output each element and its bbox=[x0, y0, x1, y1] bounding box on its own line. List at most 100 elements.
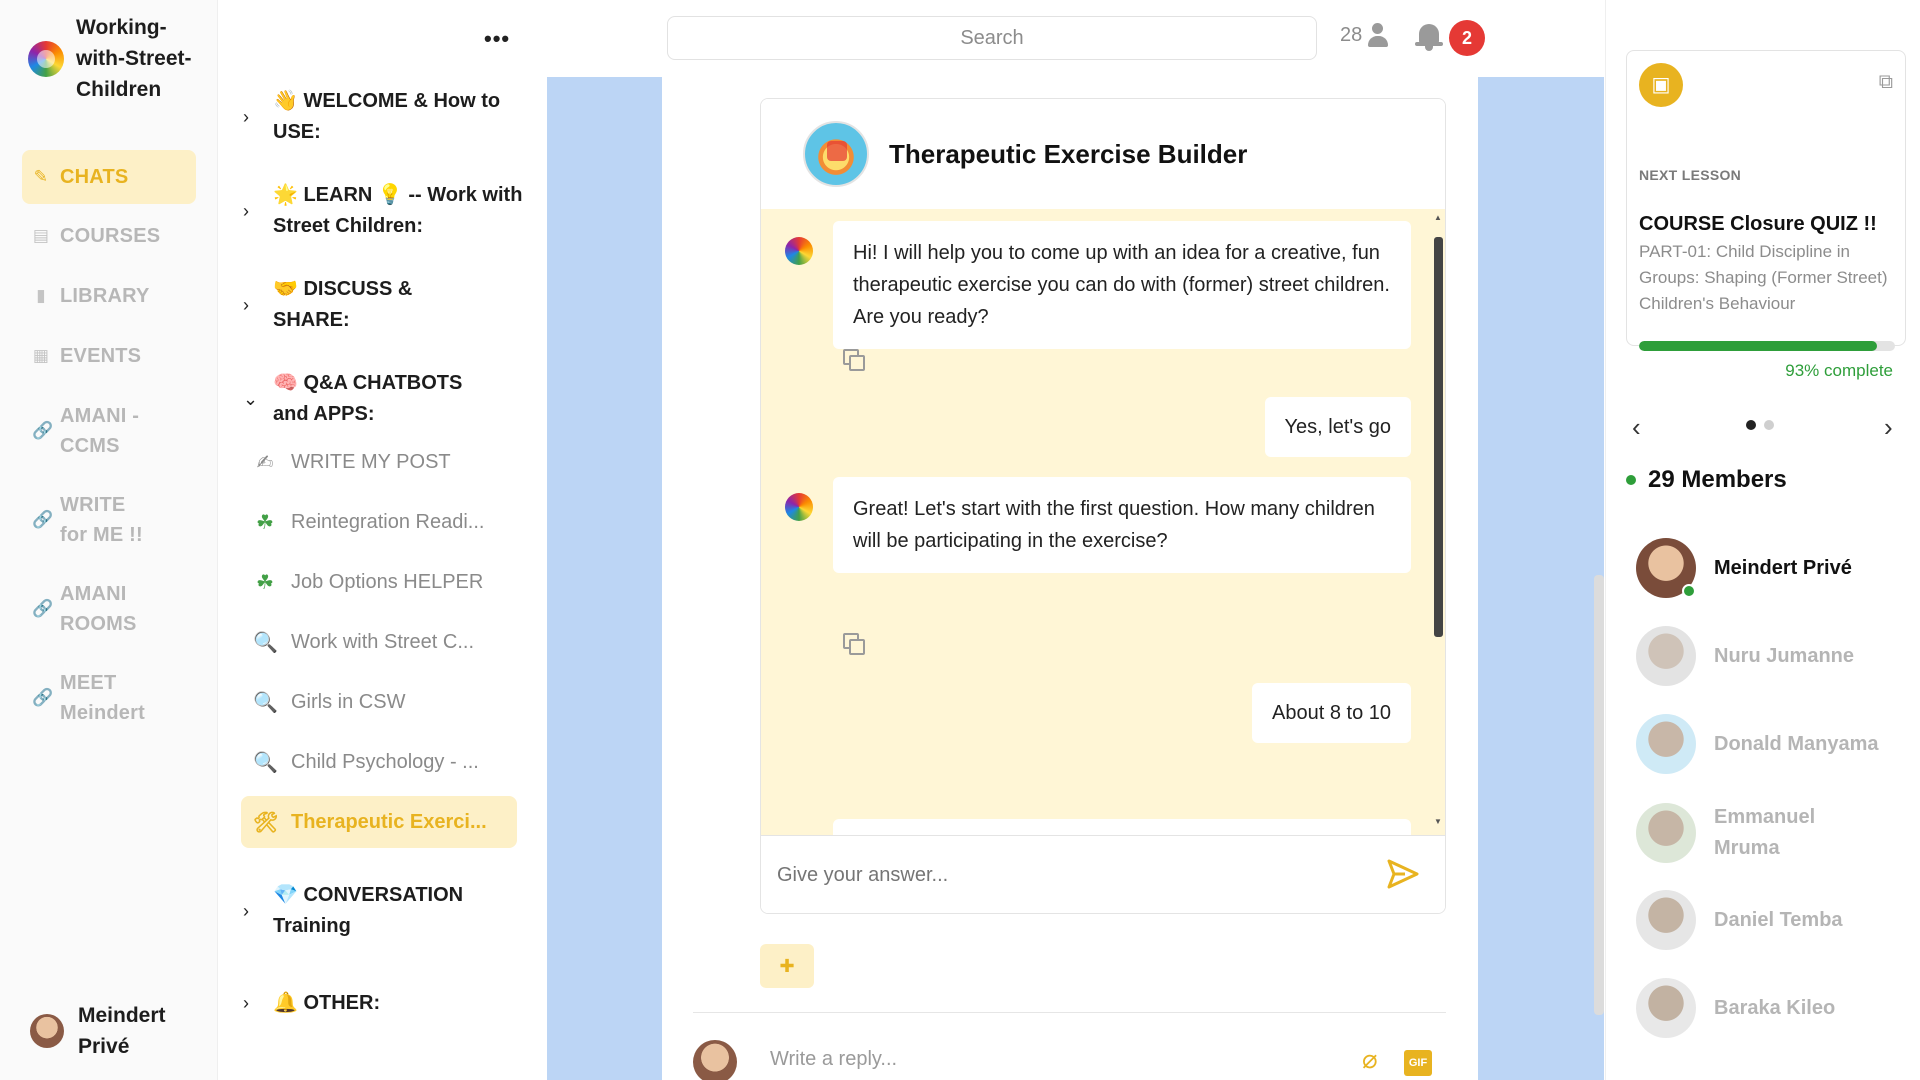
divider bbox=[693, 1012, 1446, 1013]
current-user[interactable]: Meindert Privé bbox=[30, 1000, 188, 1062]
avatar bbox=[1636, 803, 1696, 863]
carousel-dot-active[interactable] bbox=[1746, 420, 1756, 430]
book-icon: ▤ bbox=[32, 226, 50, 245]
copy-icon[interactable] bbox=[843, 349, 865, 371]
lesson-icon: ▣ bbox=[1639, 63, 1683, 107]
channel-therapeutic-exercise[interactable]: 🛠 Therapeutic Exerci... bbox=[241, 796, 517, 848]
channel-job-options[interactable]: ☘ Job Options HELPER bbox=[241, 556, 517, 608]
nav-item-write-for-me[interactable]: 🔗 WRITE for ME !! bbox=[22, 490, 162, 550]
search-input[interactable]: Search bbox=[667, 16, 1317, 60]
add-reaction-icon: ✚ bbox=[779, 956, 795, 976]
next-lesson-card[interactable]: ▣ ⧉ NEXT LESSON COURSE Closure QUIZ !! P… bbox=[1626, 50, 1906, 380]
channel-label: Girls in CSW bbox=[291, 690, 406, 713]
scroll-down-arrow[interactable]: ▼ bbox=[1434, 817, 1442, 826]
nav-item-events[interactable]: ▦ EVENTS bbox=[22, 341, 196, 371]
brand[interactable]: Working-with-Street-Children bbox=[28, 12, 208, 105]
bot-avatar bbox=[785, 237, 813, 265]
document-icon: ▮ bbox=[36, 286, 46, 305]
channel-work-with-street[interactable]: 🔍 Work with Street C... bbox=[241, 616, 517, 668]
bell-icon[interactable] bbox=[1414, 20, 1444, 52]
channel-list: ••• › 👋 WELCOME & How to USE: › 🌟 LEARN … bbox=[219, 0, 547, 1080]
avatar bbox=[1636, 626, 1696, 686]
online-members[interactable]: 28 bbox=[1340, 22, 1390, 48]
online-indicator bbox=[1626, 475, 1636, 485]
shamrock-icon: ☘ bbox=[256, 511, 274, 534]
chevron-right-icon: › bbox=[243, 900, 249, 921]
chatbot-logo bbox=[803, 121, 869, 187]
nav-item-label: AMANI ROOMS bbox=[60, 583, 137, 635]
nav-item-label: MEET Meindert bbox=[60, 672, 145, 724]
avatar bbox=[1636, 890, 1696, 950]
chat-scrollbar[interactable]: ▲ ▼ bbox=[1431, 209, 1445, 835]
avatar bbox=[693, 1040, 737, 1080]
channel-group-conversation[interactable]: › 💎 CONVERSATION Training bbox=[243, 880, 533, 942]
channel-group-welcome[interactable]: › 👋 WELCOME & How to USE: bbox=[243, 86, 533, 148]
channel-group-other[interactable]: › 🔔 OTHER: bbox=[243, 988, 533, 1019]
member-item[interactable]: Emmanuel Mruma bbox=[1636, 802, 1864, 864]
add-reaction-button[interactable]: ✚ bbox=[760, 944, 814, 988]
bot-message: Hi! I will help you to come up with an i… bbox=[833, 221, 1411, 349]
notification-badge[interactable]: 2 bbox=[1449, 20, 1485, 56]
member-item[interactable]: Nuru Jumanne bbox=[1636, 626, 1854, 686]
nav-item-chats[interactable]: ✎ CHATS bbox=[22, 150, 196, 204]
scroll-up-arrow[interactable]: ▲ bbox=[1434, 213, 1442, 222]
writing-hand-icon: ✍ bbox=[256, 451, 274, 474]
channel-reintegration[interactable]: ☘ Reintegration Readi... bbox=[241, 496, 517, 548]
member-item[interactable]: Daniel Temba bbox=[1636, 890, 1843, 950]
nav-item-label: EVENTS bbox=[60, 345, 142, 367]
lesson-title: COURSE Closure QUIZ !! bbox=[1639, 213, 1877, 235]
user-message: About 8 to 10 bbox=[1252, 683, 1411, 743]
chevron-right-icon: › bbox=[243, 993, 249, 1013]
avatar bbox=[1636, 978, 1696, 1038]
nav-item-meet-meindert[interactable]: 🔗 MEET Meindert bbox=[22, 668, 162, 728]
page-scrollbar[interactable] bbox=[1594, 575, 1604, 1015]
reply-input[interactable]: Write a reply... bbox=[770, 1048, 897, 1071]
channel-label: Job Options HELPER bbox=[291, 570, 484, 593]
nav-item-amani-ccms[interactable]: 🔗 AMANI - CCMS bbox=[22, 401, 162, 461]
send-icon[interactable] bbox=[1385, 856, 1421, 892]
chevron-down-icon: ⌄ bbox=[243, 388, 259, 409]
online-count: 28 bbox=[1340, 23, 1363, 46]
channel-label: Child Psychology - ... bbox=[291, 750, 479, 773]
paperclip-icon[interactable]: ⌀ bbox=[1362, 1044, 1378, 1075]
nav-item-library[interactable]: ▮ LIBRARY bbox=[22, 281, 196, 311]
chat-header: Therapeutic Exercise Builder bbox=[761, 99, 1445, 209]
carousel-dot[interactable] bbox=[1764, 420, 1774, 430]
channel-group-title: 🧠 Q&A CHATBOTS and APPS: bbox=[273, 372, 463, 425]
member-name: Daniel Temba bbox=[1714, 908, 1843, 931]
answer-input[interactable] bbox=[777, 850, 1357, 900]
channel-group-title: 🌟 LEARN 💡 -- Work with Street Children: bbox=[273, 184, 523, 237]
top-bar: Search 28 2 bbox=[547, 0, 1605, 77]
channel-label: WRITE MY POST bbox=[291, 450, 451, 473]
channel-group-discuss[interactable]: › 🤝 DISCUSS & SHARE: bbox=[243, 274, 533, 336]
next-lesson-label: NEXT LESSON bbox=[1639, 167, 1742, 183]
chevron-right-icon[interactable]: › bbox=[1884, 412, 1893, 443]
more-options-icon[interactable]: ••• bbox=[484, 26, 510, 52]
channel-child-psychology[interactable]: 🔍 Child Psychology - ... bbox=[241, 736, 517, 788]
nav-item-amani-rooms[interactable]: 🔗 AMANI ROOMS bbox=[22, 579, 162, 639]
brand-name: Working-with-Street-Children bbox=[76, 16, 192, 101]
progress-fill bbox=[1639, 341, 1878, 351]
member-item[interactable]: Meindert Privé bbox=[1636, 538, 1852, 598]
chat-messages: Hi! I will help you to come up with an i… bbox=[761, 209, 1431, 835]
member-item[interactable]: Baraka Kileo bbox=[1636, 978, 1835, 1038]
nav-item-courses[interactable]: ▤ COURSES bbox=[22, 221, 196, 251]
scroll-thumb[interactable] bbox=[1434, 237, 1443, 637]
channel-group-learn[interactable]: › 🌟 LEARN 💡 -- Work with Street Children… bbox=[243, 180, 533, 242]
search-icon: 🔍 bbox=[253, 751, 278, 774]
brand-logo bbox=[28, 40, 64, 77]
channel-group-title: 🔔 OTHER: bbox=[273, 992, 381, 1014]
channel-label: Therapeutic Exerci... bbox=[291, 810, 487, 833]
nav-item-label: COURSES bbox=[60, 225, 161, 247]
chevron-left-icon[interactable]: ‹ bbox=[1632, 412, 1641, 443]
link-icon: 🔗 bbox=[32, 421, 54, 440]
channel-group-title: 🤝 DISCUSS & SHARE: bbox=[273, 278, 413, 331]
gif-button[interactable]: GIF bbox=[1404, 1050, 1432, 1076]
channel-girls-in-csw[interactable]: 🔍 Girls in CSW bbox=[241, 676, 517, 728]
avatar bbox=[1636, 538, 1696, 598]
copy-icon[interactable] bbox=[843, 633, 865, 655]
external-link-icon[interactable]: ⧉ bbox=[1879, 71, 1893, 94]
channel-group-qa-chatbots[interactable]: ⌄ 🧠 Q&A CHATBOTS and APPS: bbox=[243, 368, 533, 430]
channel-write-my-post[interactable]: ✍ WRITE MY POST bbox=[241, 436, 517, 488]
member-item[interactable]: Donald Manyama bbox=[1636, 714, 1878, 774]
